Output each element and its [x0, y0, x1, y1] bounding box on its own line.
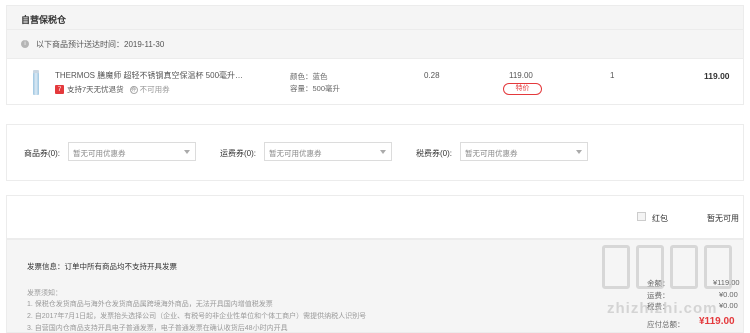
red-packet-section: 红包 暂无可用 — [6, 195, 744, 239]
shipping-coupon-select[interactable]: 暂无可用优惠券 — [264, 142, 392, 161]
tax-coupon-select[interactable]: 暂无可用优惠券 — [460, 142, 588, 161]
special-price-badge: 特价 — [503, 83, 542, 95]
shipping-value: ¥0.00 — [719, 290, 738, 299]
tax-coupon-value: 暂无可用优惠券 — [465, 149, 518, 158]
invoice-note: 3. 自营国内仓商品支持开具电子普通发票，电子普通发票在确认收货后48小时内开具 — [27, 325, 288, 332]
tax-value: ¥0.00 — [719, 301, 738, 310]
red-packet-checkbox[interactable] — [637, 212, 646, 221]
unit-price: 119.00 — [509, 71, 533, 80]
total-value: ¥119.00 — [699, 316, 735, 327]
amount-label: 金额： — [647, 279, 670, 288]
goods-coupon-label: 商品券(0): — [24, 149, 60, 158]
chevron-down-icon — [380, 150, 386, 154]
product-color: 颜色：蓝色 — [290, 72, 328, 81]
product-thumbnail[interactable] — [31, 70, 41, 95]
seven-day-return-icon: 7 — [55, 85, 64, 94]
product-quantity: 1 — [610, 71, 615, 80]
invoice-note: 2. 自2017年7月1日起，发票抬头选择公司（企业、有税号的非企业性单位和个体… — [27, 313, 367, 320]
service-info: 7 支持7天无忧退货 券 不可用券 — [55, 84, 170, 95]
invoice-section: 发票信息：订单中所有商品均不支持开具发票 发票须知： 1. 保税仓发货商品与海外… — [6, 239, 744, 333]
coupon-section: 商品券(0): 暂无可用优惠券 运费券(0): 暂无可用优惠券 税费券(0): … — [6, 124, 744, 181]
goods-coupon-select[interactable]: 暂无可用优惠券 — [68, 142, 196, 161]
shipping-label: 运费： — [647, 291, 670, 300]
product-subtotal: 119.00 — [704, 71, 730, 81]
warehouse-title: 自营保税仓 — [21, 15, 67, 25]
goods-coupon-value: 暂无可用优惠券 — [73, 149, 126, 158]
invoice-note: 1. 保税仓发货商品与海外仓发货商品属跨境海外商品，无法开具国内增值税发票 — [27, 301, 273, 308]
product-capacity: 容量：500毫升 — [290, 84, 341, 93]
tax-coupon-label: 税费券(0): — [416, 149, 452, 158]
shipping-coupon-value: 暂无可用优惠券 — [269, 149, 322, 158]
bottle-icon — [33, 73, 39, 95]
product-name-link[interactable]: THERMOS 膳魔师 超轻不锈钢真空保温杯 500毫升… — [55, 70, 255, 81]
red-packet-label: 红包 — [652, 214, 668, 223]
info-icon: i — [21, 40, 29, 48]
chevron-down-icon — [184, 150, 190, 154]
invoice-info: 发票信息：订单中所有商品均不支持开具发票 — [27, 262, 177, 271]
tax-label: 税费： — [647, 302, 670, 311]
return-policy-text: 支持7天无忧退货 — [67, 85, 124, 94]
no-coupon-text: 不可用券 — [139, 85, 170, 94]
product-tax: 0.28 — [424, 71, 440, 80]
chevron-down-icon — [576, 150, 582, 154]
delivery-notice-text: 以下商品预计送达时间：2019-11-30 — [36, 40, 165, 49]
product-row: THERMOS 膳魔师 超轻不锈钢真空保温杯 500毫升… 7 支持7天无忧退货… — [6, 58, 744, 105]
warehouse-section-header: 自营保税仓 — [6, 5, 744, 30]
shipping-coupon-label: 运费券(0): — [220, 149, 256, 158]
total-label: 应付总额： — [647, 320, 685, 329]
invoice-notes-title: 发票须知： — [27, 290, 62, 297]
delivery-notice: i 以下商品预计送达时间：2019-11-30 — [6, 30, 744, 58]
amount-value: ¥119.00 — [713, 278, 740, 287]
red-packet-status: 暂无可用 — [707, 214, 739, 223]
no-coupon-icon: 券 — [129, 85, 138, 94]
